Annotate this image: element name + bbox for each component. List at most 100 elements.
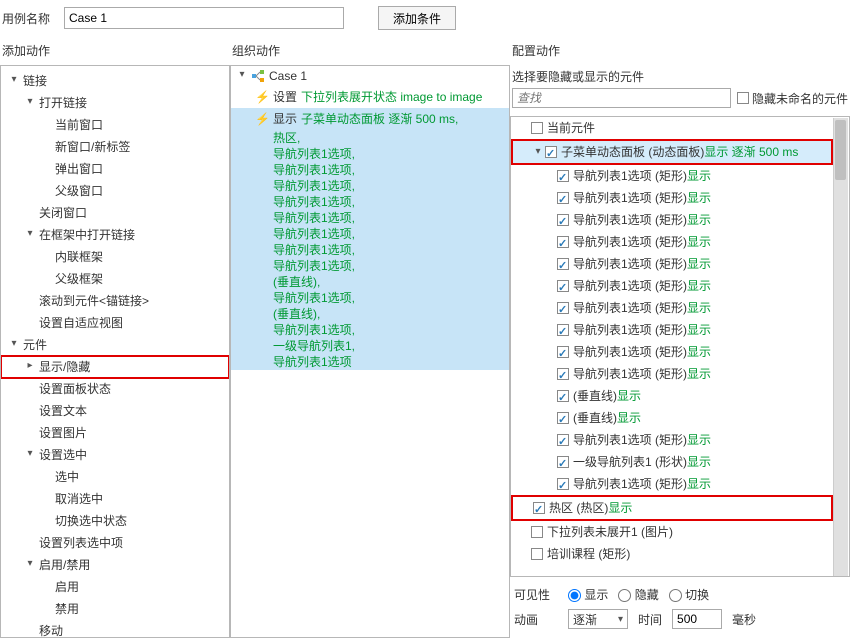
element-label: 子菜单动态面板 (动态面板) [561, 143, 704, 161]
add-condition-button[interactable]: 添加条件 [378, 6, 456, 30]
case-name-input[interactable] [64, 7, 344, 29]
element-row[interactable]: 导航列表1选项 (矩形) 显示 [511, 363, 833, 385]
chevron-down-icon[interactable] [25, 98, 35, 108]
checkbox-icon[interactable] [557, 170, 569, 182]
checkbox-icon[interactable] [557, 302, 569, 314]
checkbox-icon[interactable] [557, 214, 569, 226]
element-row[interactable]: 当前元件 [511, 117, 833, 139]
tree-node[interactable]: 打开链接 [1, 92, 229, 114]
toggle-none-icon [25, 296, 35, 306]
tree-node[interactable]: 设置选中 [1, 444, 229, 466]
checkbox-icon[interactable] [557, 368, 569, 380]
element-row[interactable]: 培训课程 (矩形) [511, 543, 833, 565]
element-row[interactable]: 导航列表1选项 (矩形) 显示 [511, 275, 833, 297]
element-row[interactable]: 导航列表1选项 (矩形) 显示 [511, 319, 833, 341]
tree-node-label: 设置面板状态 [39, 380, 111, 398]
tree-node[interactable]: 设置面板状态 [1, 378, 229, 400]
tree-node[interactable]: 在框架中打开链接 [1, 224, 229, 246]
element-row[interactable]: 热区 (热区) 显示 [511, 495, 833, 521]
checkbox-icon[interactable] [545, 146, 557, 158]
element-row[interactable]: 导航列表1选项 (矩形) 显示 [511, 341, 833, 363]
element-row[interactable]: 导航列表1选项 (矩形) 显示 [511, 253, 833, 275]
element-row[interactable]: (垂直线) 显示 [511, 407, 833, 429]
tree-node[interactable]: 链接 [1, 70, 229, 92]
checkbox-icon[interactable] [531, 548, 543, 560]
tree-node[interactable]: 选中 [1, 466, 229, 488]
action-detail-line: 热区, [231, 130, 509, 146]
element-row[interactable]: 导航列表1选项 (矩形) 显示 [511, 429, 833, 451]
tree-node[interactable]: 禁用 [1, 598, 229, 620]
element-row[interactable]: 导航列表1选项 (矩形) 显示 [511, 231, 833, 253]
action-show-row[interactable]: ⚡ 显示子菜单动态面板 逐渐 500 ms, [231, 108, 509, 130]
checkbox-icon[interactable] [533, 502, 545, 514]
checkbox-icon[interactable] [557, 390, 569, 402]
element-row[interactable]: 导航列表1选项 (矩形) 显示 [511, 165, 833, 187]
element-row[interactable]: 导航列表1选项 (矩形) 显示 [511, 473, 833, 495]
scrollbar[interactable] [833, 118, 848, 577]
tree-node[interactable]: 父级框架 [1, 268, 229, 290]
element-label: (垂直线) [573, 409, 617, 427]
radio-toggle[interactable]: 切换 [669, 586, 709, 603]
tree-node[interactable]: 设置自适应视图 [1, 312, 229, 334]
chevron-down-icon[interactable] [25, 230, 35, 240]
radio-show[interactable]: 显示 [568, 586, 608, 603]
toggle-none-icon [41, 142, 51, 152]
checkbox-icon[interactable] [557, 324, 569, 336]
tree-node[interactable]: 元件 [1, 334, 229, 356]
element-row[interactable]: 导航列表1选项 (矩形) 显示 [511, 297, 833, 319]
tree-node[interactable]: 切换选中状态 [1, 510, 229, 532]
chevron-down-icon[interactable] [9, 340, 19, 350]
case-toggle-icon[interactable] [237, 71, 247, 81]
search-input[interactable] [512, 88, 731, 108]
element-row[interactable]: 导航列表1选项 (矩形) 显示 [511, 209, 833, 231]
element-label: 导航列表1选项 (矩形) [573, 475, 687, 493]
tree-node[interactable]: 父级窗口 [1, 180, 229, 202]
tree-node[interactable]: 滚动到元件<锚链接> [1, 290, 229, 312]
chevron-down-icon[interactable] [25, 560, 35, 570]
tree-node[interactable]: 设置列表选中项 [1, 532, 229, 554]
checkbox-icon[interactable] [531, 526, 543, 538]
action-set-row[interactable]: ⚡ 设置下拉列表展开状态 image to image [231, 86, 509, 108]
chevron-down-icon[interactable] [9, 76, 19, 86]
element-action-label: 显示 [608, 499, 632, 517]
checkbox-icon[interactable] [531, 122, 543, 134]
case-row[interactable]: Case 1 [231, 66, 509, 86]
checkbox-icon[interactable] [557, 434, 569, 446]
chevron-right-icon[interactable] [25, 362, 35, 372]
action-detail-line: 导航列表1选项, [231, 290, 509, 306]
element-row[interactable]: 下拉列表未展开1 (图片) [511, 521, 833, 543]
element-row[interactable]: (垂直线) 显示 [511, 385, 833, 407]
checkbox-icon[interactable] [557, 346, 569, 358]
checkbox-icon[interactable] [737, 92, 749, 104]
checkbox-icon[interactable] [557, 412, 569, 424]
element-row[interactable]: ▾ 子菜单动态面板 (动态面板) 显示 逐渐 500 ms [511, 139, 833, 165]
checkbox-icon[interactable] [557, 258, 569, 270]
tree-node[interactable]: 移动 [1, 620, 229, 638]
tree-node[interactable]: 设置图片 [1, 422, 229, 444]
element-row[interactable]: 导航列表1选项 (矩形) 显示 [511, 187, 833, 209]
checkbox-icon[interactable] [557, 478, 569, 490]
tree-node[interactable]: 新窗口/新标签 [1, 136, 229, 158]
radio-hide[interactable]: 隐藏 [618, 586, 658, 603]
element-row[interactable]: 一级导航列表1 (形状) 显示 [511, 451, 833, 473]
tree-node[interactable]: 启用 [1, 576, 229, 598]
checkbox-icon[interactable] [557, 236, 569, 248]
tree-node[interactable]: 弹出窗口 [1, 158, 229, 180]
tree-node[interactable]: 关闭窗口 [1, 202, 229, 224]
tree-node[interactable]: 当前窗口 [1, 114, 229, 136]
tree-node[interactable]: 设置文本 [1, 400, 229, 422]
element-label: 热区 (热区) [549, 499, 608, 517]
checkbox-icon[interactable] [557, 192, 569, 204]
tree-node[interactable]: 取消选中 [1, 488, 229, 510]
tree-node-label: 禁用 [55, 600, 79, 618]
tree-node[interactable]: 启用/禁用 [1, 554, 229, 576]
anim-select[interactable]: 逐渐 [568, 609, 628, 629]
hide-unnamed-toggle[interactable]: 隐藏未命名的元件 [737, 90, 848, 107]
tree-node[interactable]: 显示/隐藏 [1, 356, 229, 378]
checkbox-icon[interactable] [557, 280, 569, 292]
chevron-down-icon[interactable]: ▾ [533, 143, 543, 161]
time-input[interactable] [672, 609, 722, 629]
tree-node[interactable]: 内联框架 [1, 246, 229, 268]
chevron-down-icon[interactable] [25, 450, 35, 460]
checkbox-icon[interactable] [557, 456, 569, 468]
